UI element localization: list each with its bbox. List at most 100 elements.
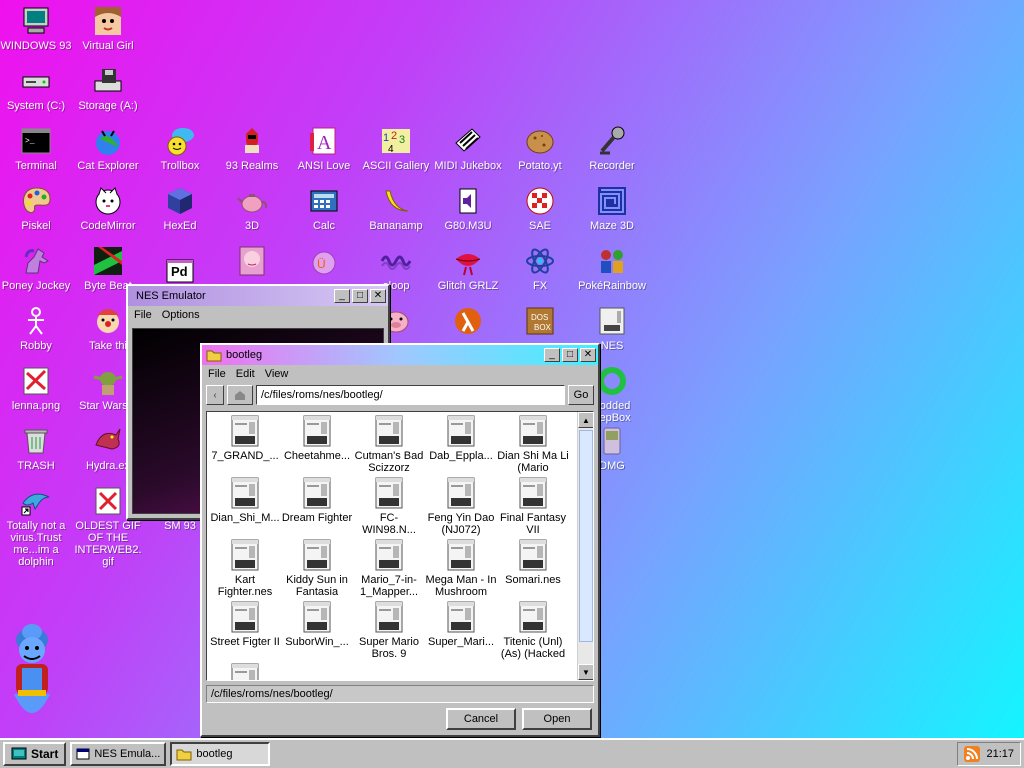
desktop-icon[interactable]: System (C:) (0, 60, 72, 112)
desktop-icon[interactable] (432, 300, 504, 340)
desktop-icon[interactable]: WINDOWS 93 (0, 0, 72, 52)
file-item[interactable]: Feng Yin Dao (NJ072) (425, 476, 497, 536)
desktop-icon[interactable]: HexEd (144, 180, 216, 232)
desktop-icon[interactable]: Piskel (0, 180, 72, 232)
desktop-icon[interactable]: Calc (288, 180, 360, 232)
nes-rom-icon (445, 538, 477, 572)
file-item[interactable]: Somari.nes (497, 538, 569, 586)
desktop-icon[interactable]: Robby (0, 300, 72, 352)
file-item[interactable]: FC-WIN98.N... (353, 476, 425, 536)
desktop-icon[interactable]: Ü (288, 240, 360, 280)
genie-assistant-icon[interactable] (0, 620, 64, 732)
file-item[interactable]: Dab_Eppla... (425, 414, 497, 462)
file-item[interactable]: Final Fantasy VII (497, 476, 569, 536)
file-item[interactable]: Kiddy Sun in Fantasia (281, 538, 353, 598)
file-item[interactable]: Cutman's Bad Scizzorz (353, 414, 425, 474)
desktop-icon[interactable]: 93 Realms (216, 120, 288, 172)
desktop-icon[interactable]: Bananamp (360, 180, 432, 232)
desktop-icon-label: lenna.png (11, 400, 61, 412)
go-button[interactable]: Go (568, 385, 594, 405)
nes-titlebar[interactable]: NES Emulator _ □ ✕ (128, 286, 388, 306)
file-item[interactable]: Super_Mari... (425, 600, 497, 648)
maze-icon (595, 184, 629, 218)
teapot-icon (235, 184, 269, 218)
address-input[interactable] (256, 385, 565, 405)
maximize-button[interactable]: □ (352, 289, 368, 303)
back-button[interactable]: ‹ (206, 385, 224, 405)
menu-edit[interactable]: Edit (236, 368, 255, 380)
file-item[interactable]: Cheetahme... (281, 414, 353, 462)
atom-icon (523, 244, 557, 278)
file-item[interactable]: Dian Shi Ma Li (Mario (497, 414, 569, 474)
desktop-icon[interactable]: Trollbox (144, 120, 216, 172)
desktop-icon[interactable]: CodeMirror (72, 180, 144, 232)
close-button[interactable]: ✕ (580, 348, 596, 362)
home-button[interactable] (227, 385, 253, 405)
file-item[interactable]: Street Figter II (209, 600, 281, 648)
desktop-icon[interactable]: Cat Explorer (72, 120, 144, 172)
wave-icon (379, 244, 413, 278)
bootleg-titlebar[interactable]: bootleg _ □ ✕ (202, 345, 598, 365)
desktop-icon[interactable] (216, 240, 288, 280)
file-item[interactable]: Kart Fighter.nes (209, 538, 281, 598)
bootleg-explorer-window[interactable]: bootleg _ □ ✕ File Edit View ‹ Go 7_GRAN… (200, 343, 600, 737)
desktop-icon[interactable]: Recorder (576, 120, 648, 172)
gif-icon (91, 484, 125, 518)
menu-view[interactable]: View (265, 368, 289, 380)
desktop-icon[interactable]: A ANSI Love (288, 120, 360, 172)
desktop-icon-label: Terminal (15, 160, 57, 172)
menu-file[interactable]: File (134, 309, 152, 321)
file-item[interactable]: 7_GRAND_... (209, 414, 281, 462)
minimize-button[interactable]: _ (544, 348, 560, 362)
file-name: 7_GRAND_... (211, 450, 279, 462)
desktop-icon[interactable]: Virtual Girl (72, 0, 144, 52)
desktop-icon[interactable]: PokéRainbow (576, 240, 648, 292)
desktop-icon[interactable]: Storage (A:) (72, 60, 144, 112)
scroll-thumb[interactable] (579, 430, 593, 642)
file-item[interactable]: Dian_Shi_M... (209, 476, 281, 524)
minimize-button[interactable]: _ (334, 289, 350, 303)
desktop-icon[interactable]: 1 2 3 4 ASCII Gallery (360, 120, 432, 172)
file-item[interactable]: Titenic (Unl) (As) (Hacked (497, 600, 569, 660)
desktop-icon-label: Potato.yt (518, 160, 562, 172)
start-button[interactable]: Start (3, 742, 67, 766)
desktop-icon[interactable]: 3D (216, 180, 288, 232)
file-item[interactable]: Mega Man - In Mushroom (425, 538, 497, 598)
desktop-icon[interactable]: SAE (504, 180, 576, 232)
scroll-up-button[interactable]: ▲ (578, 412, 593, 428)
desktop-icon[interactable]: MIDI Jukebox (432, 120, 504, 172)
nes-rom-icon (445, 476, 477, 510)
rss-icon[interactable] (964, 746, 981, 762)
desktop-icon[interactable]: Maze 3D (576, 180, 648, 232)
nes-rom-icon (373, 538, 405, 572)
desktop-icon[interactable]: Totally not a virus.Trust me...im a dolp… (0, 480, 72, 568)
open-button[interactable]: Open (522, 708, 592, 730)
svg-text:1: 1 (383, 132, 389, 144)
vertical-scrollbar[interactable]: ▲ ▼ (577, 412, 593, 680)
file-item[interactable] (209, 662, 281, 680)
file-item[interactable]: Dream Fighter (281, 476, 353, 524)
desktop-icon[interactable]: >_ Terminal (0, 120, 72, 172)
desktop-icon[interactable]: G80.M3U (432, 180, 504, 232)
file-item[interactable]: Mario_7-in-1_Mapper... (353, 538, 425, 598)
desktop-icon[interactable]: lenna.png (0, 360, 72, 412)
close-button[interactable]: ✕ (370, 289, 386, 303)
taskbar-item-bootleg[interactable]: bootleg (170, 742, 271, 766)
scroll-down-button[interactable]: ▼ (578, 664, 593, 680)
taskbar-item-nes[interactable]: NES Emula... (70, 742, 167, 766)
desktop-icon[interactable]: FX (504, 240, 576, 292)
desktop-icon[interactable]: Poney Jockey (0, 240, 72, 292)
desktop-icon[interactable]: Potato.yt (504, 120, 576, 172)
file-item[interactable]: Super Mario Bros. 9 (353, 600, 425, 660)
cancel-button[interactable]: Cancel (446, 708, 516, 730)
desktop-icon[interactable]: DOS BOX (504, 300, 576, 340)
file-item[interactable]: SuborWin_... (281, 600, 353, 648)
desktop-icon[interactable]: TRASH (0, 420, 72, 472)
file-name: Cutman's Bad Scizzorz (354, 450, 424, 474)
floppy-drive-icon (91, 64, 125, 98)
nes-rom-icon (517, 538, 549, 572)
maximize-button[interactable]: □ (562, 348, 578, 362)
menu-options[interactable]: Options (162, 309, 200, 321)
desktop-icon[interactable]: Glitch GRLZ (432, 240, 504, 292)
menu-file[interactable]: File (208, 368, 226, 380)
